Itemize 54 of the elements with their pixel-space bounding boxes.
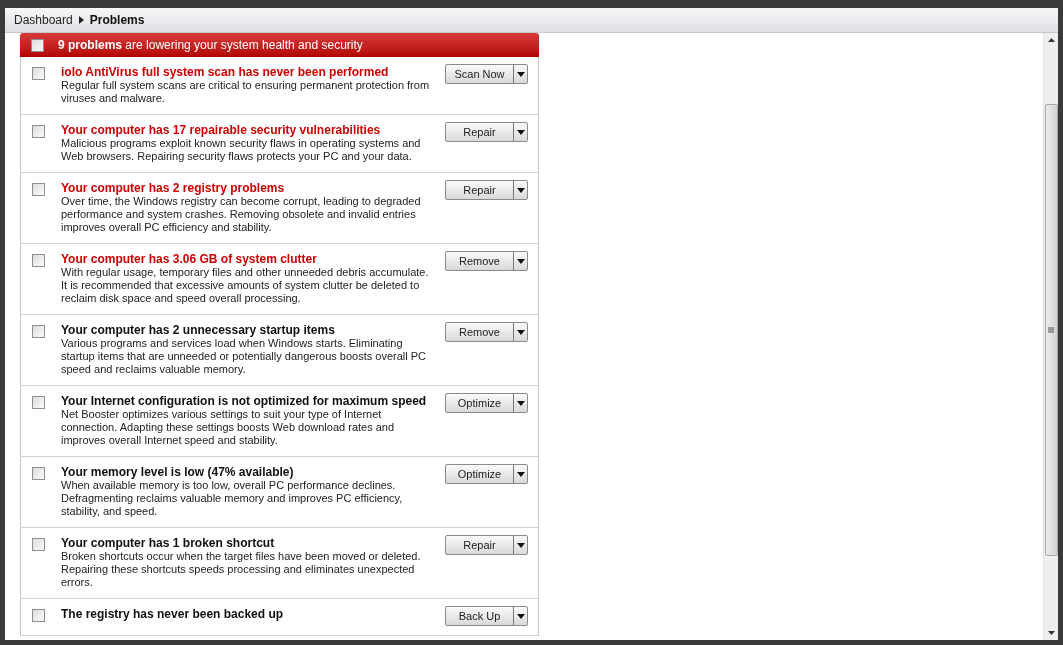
- checkbox[interactable]: [32, 183, 45, 196]
- problem-description: Various programs and services load when Windows starts. Eliminating startup items that are unneeded or potentially dangerous boosts overall PC speed and reclaims valuable memory.: [61, 337, 428, 376]
- problem-title: Your Internet configuration is not optimized for maximum speed: [61, 394, 428, 408]
- problem-description: With regular usage, temporary files and other unneeded debris accumulate. It is recommended that excessive amounts of system clutter be deleted to reclaim disk space and speed overall processing.: [61, 266, 430, 305]
- scrollbar-thumb[interactable]: [1044, 104, 1058, 556]
- caret-right-icon: [78, 16, 84, 24]
- arrow-down-icon[interactable]: [1047, 631, 1055, 635]
- problem-title: Your computer has 3.06 GB of system clutter: [61, 252, 318, 266]
- caret-down-icon: [516, 329, 525, 335]
- problem-description: Regular full system scans are critical to ensuring permanent protection from viruses and malware.: [61, 79, 431, 105]
- problem-title: Your computer has 2 registry problems: [61, 181, 286, 195]
- checkbox[interactable]: [32, 538, 45, 551]
- checkbox[interactable]: [32, 67, 45, 80]
- action-dropdown-button[interactable]: Optimize: [445, 464, 528, 484]
- problem-description: Malicious programs exploit known security flaws in operating systems and Web browsers. Repairing security flaws protects your PC and your data.: [61, 137, 422, 163]
- caret-down-icon: [516, 71, 525, 77]
- problem-title: The registry has never been backed up: [61, 607, 285, 621]
- action-dropdown-button[interactable]: Repair: [445, 535, 528, 555]
- caret-down-icon: [516, 187, 525, 193]
- checkbox[interactable]: [32, 254, 45, 267]
- breadcrumb-current: Problems: [89, 12, 145, 29]
- action-dropdown-button[interactable]: Scan Now: [445, 64, 528, 84]
- checkbox[interactable]: [32, 609, 45, 622]
- checkbox[interactable]: [32, 396, 45, 409]
- action-dropdown-button[interactable]: Repair: [445, 122, 528, 142]
- problem-description: When available memory is too low, overall PC performance declines. Defragmenting reclaims valuable memory and improves PC efficiency, stability, and speed.: [61, 479, 404, 518]
- caret-down-icon: [516, 258, 525, 264]
- grip-icon: [1048, 327, 1054, 333]
- problem-description: Over time, the Windows registry can become corrupt, leading to degraded performance and system crashes. Removing obsolete and invalid entries improves overall PC efficiency and stability.: [61, 195, 422, 234]
- checkbox[interactable]: [32, 325, 45, 338]
- problem-title: iolo AntiVirus full system scan has never been performed: [61, 65, 390, 79]
- breadcrumb-link[interactable]: Dashboard: [14, 11, 73, 29]
- problem-title: Your computer has 17 repairable security vulnerabilities: [61, 123, 382, 137]
- summary-text: 9 problems are lowering your system health and security: [58, 37, 363, 54]
- action-dropdown-button[interactable]: Remove: [445, 322, 528, 342]
- scrollbar[interactable]: [1043, 33, 1058, 640]
- action-dropdown-button[interactable]: Back Up: [445, 606, 528, 626]
- problem-title: Your computer has 1 broken shortcut: [61, 536, 276, 550]
- arrow-up-icon[interactable]: [1047, 38, 1055, 42]
- problem-description: Broken shortcuts occur when the target files have been moved or deleted. Repairing these shortcuts speeds processing and eliminates unexpected errors.: [61, 550, 422, 589]
- caret-down-icon: [516, 129, 525, 135]
- checkbox[interactable]: [32, 125, 45, 138]
- checkbox[interactable]: [32, 467, 45, 480]
- checkbox[interactable]: [31, 38, 44, 52]
- problem-title: Your computer has 2 unnecessary startup items: [61, 323, 336, 337]
- problem-title: Your memory level is low (47% available): [61, 465, 295, 479]
- action-dropdown-button[interactable]: Optimize: [445, 393, 528, 413]
- action-dropdown-button[interactable]: Remove: [445, 251, 528, 271]
- action-dropdown-button[interactable]: Repair: [445, 180, 528, 200]
- problem-description: Net Booster optimizes various settings to suit your type of Internet connection. Adapting these settings boosts Web download rates and improves overall Internet speed and stability.: [61, 408, 396, 447]
- caret-down-icon: [516, 542, 525, 548]
- caret-down-icon: [516, 613, 525, 619]
- caret-down-icon: [516, 471, 525, 477]
- caret-down-icon: [516, 400, 525, 406]
